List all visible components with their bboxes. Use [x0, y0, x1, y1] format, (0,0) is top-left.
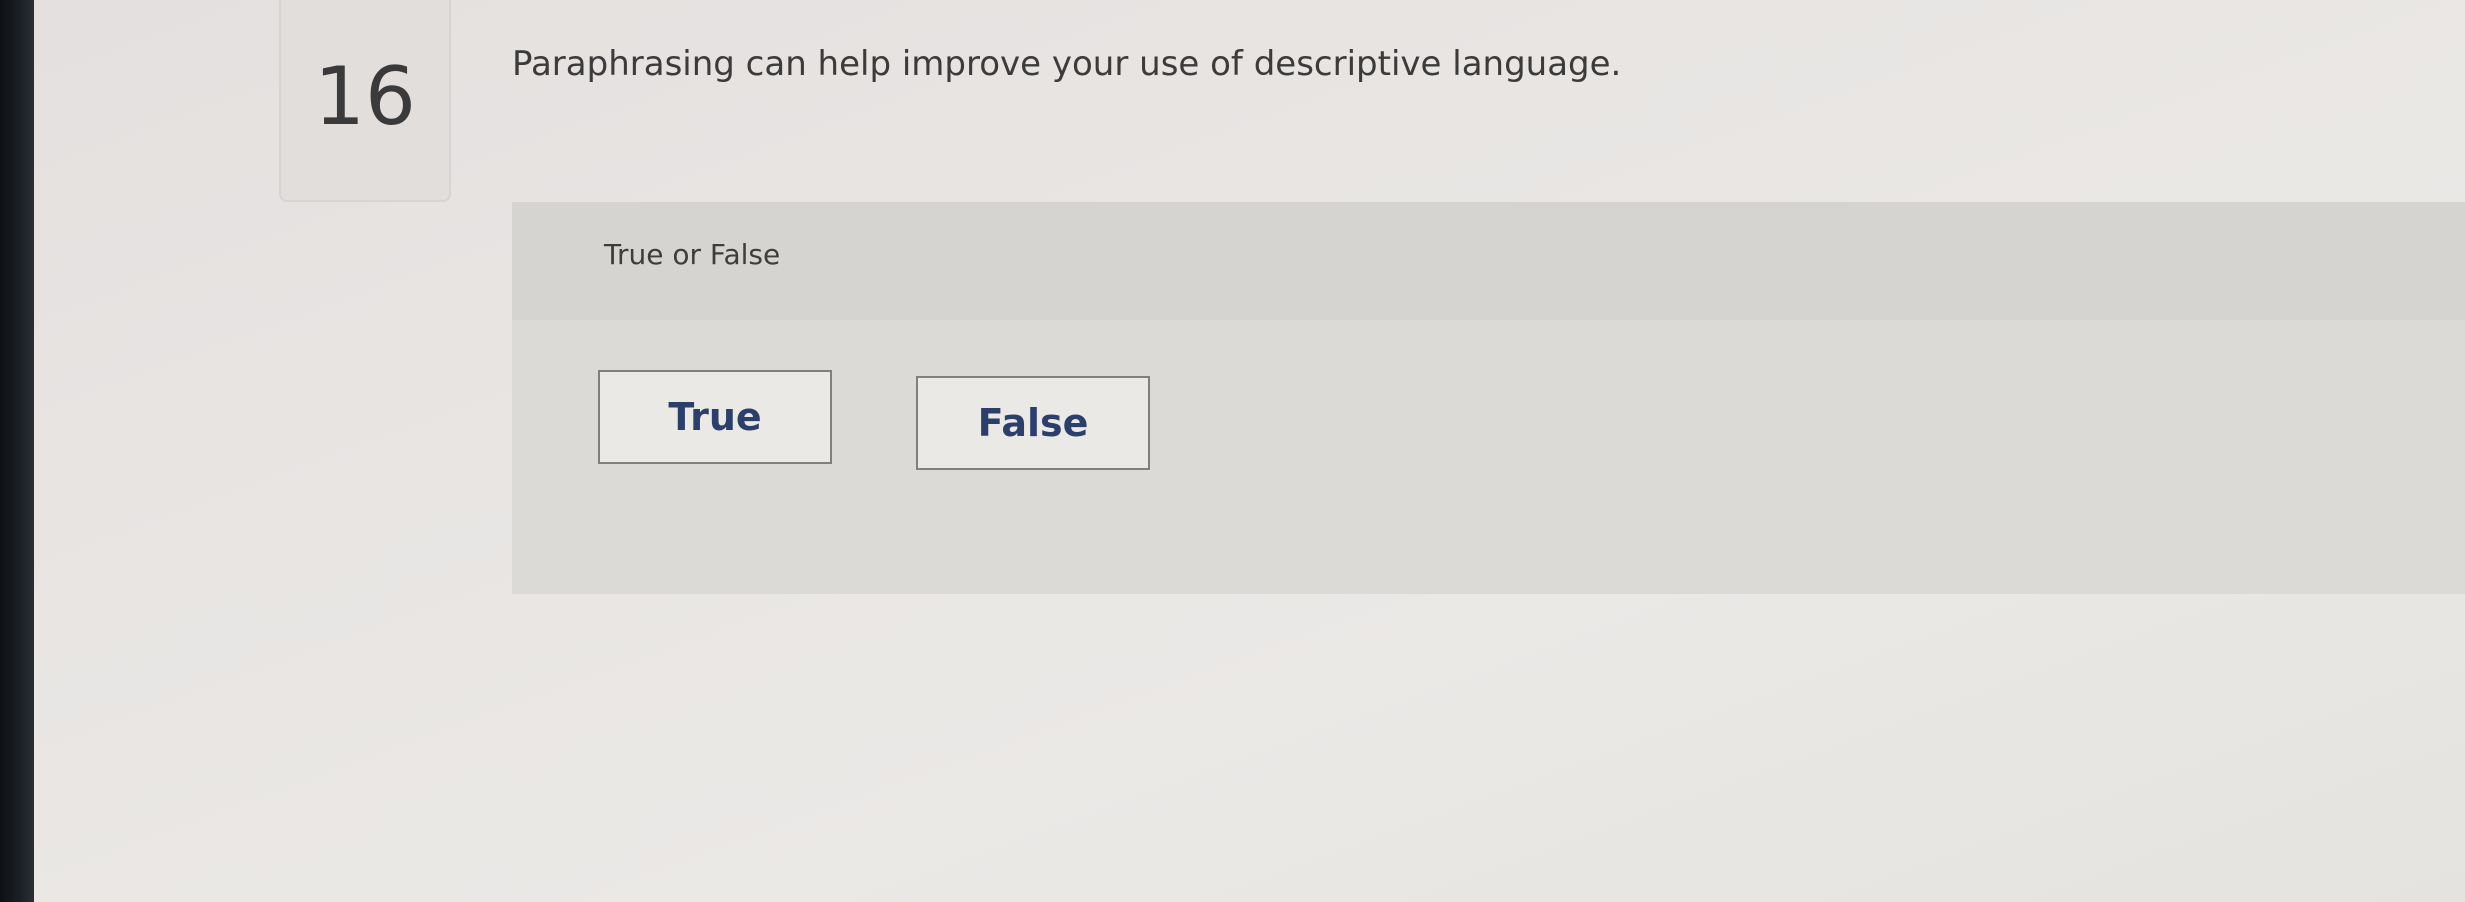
answer-header: True or False [512, 202, 2465, 320]
true-button[interactable]: True [598, 370, 832, 464]
quiz-page: 16 Paraphrasing can help improve your us… [34, 0, 2465, 902]
false-button[interactable]: False [916, 376, 1150, 470]
screen-bezel [0, 0, 34, 902]
question-number: 16 [314, 50, 416, 143]
answer-prompt: True or False [604, 238, 781, 271]
question-text: Paraphrasing can help improve your use o… [512, 44, 1622, 84]
answer-panel: True or False True False [512, 202, 2465, 594]
question-number-box: 16 [279, 0, 451, 202]
